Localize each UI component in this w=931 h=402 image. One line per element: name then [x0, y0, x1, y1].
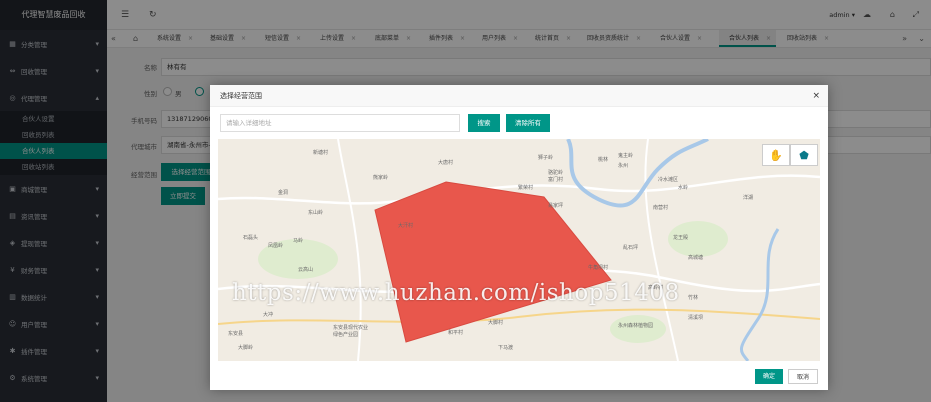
map-place-label: 金洞 — [278, 189, 288, 196]
close-icon[interactable]: × — [812, 85, 820, 107]
map-place-label: 洋湖 — [743, 194, 753, 201]
map-place-label: 鬼主岭 — [618, 152, 633, 159]
clear-all-button[interactable]: 清除所有 — [506, 114, 550, 132]
polygon-icon[interactable]: ⬟ — [790, 144, 818, 166]
map-place-label: 骆驼岭 — [548, 169, 563, 176]
map-place-label: 凤凰岭 — [268, 242, 283, 249]
map-place-label: 冷水滩区 — [658, 176, 678, 183]
modal-title: 选择经营范围 — [220, 92, 262, 100]
map-place-label: 清溪坝 — [688, 314, 703, 321]
map-place-label: 大脚村 — [488, 319, 503, 326]
cancel-button[interactable]: 取消 — [788, 369, 818, 384]
map-place-label: 高城塘 — [688, 254, 703, 261]
map-green-area — [610, 315, 666, 343]
map-place-label: 大唐村 — [438, 159, 453, 166]
map-place-label: 狮子岭 — [538, 154, 553, 161]
hand-icon[interactable]: ✋ — [762, 144, 790, 166]
map-place-label: 永州 — [618, 162, 628, 169]
map-place-label: 云高山 — [298, 266, 313, 273]
map-place-label: 东安县现代农业 — [333, 324, 368, 331]
map-place-label: 熊家岭 — [373, 174, 388, 181]
map-place-label: 东安县 — [228, 330, 243, 337]
map-place-label: 绿色产业园 — [333, 331, 358, 338]
confirm-button[interactable]: 确定 — [755, 369, 783, 384]
map-place-label: 大汗村 — [398, 222, 413, 229]
map-place-label: 桃林 — [598, 156, 608, 163]
map-place-label: 易家坪 — [548, 202, 563, 209]
map-place-label: 新塘村 — [313, 149, 328, 156]
modal-header: 选择经营范围 — [210, 85, 828, 107]
map-place-label: 石磊头 — [243, 234, 258, 241]
map-view[interactable]: 大唐村 鬼主岭富门村 狮子岭繁荣村 骆驼岭南营村 桃林永州云高山东安县大脚岭 大冲东安县现… — [218, 139, 820, 361]
map-place-label: 东山岭 — [308, 209, 323, 216]
map-place-label: 和平村 — [448, 329, 463, 336]
map-place-label: 大脚岭 — [238, 344, 253, 351]
map-place-label: 牛角坝村 — [588, 264, 608, 271]
address-input[interactable]: 请输入详细地址 — [220, 114, 460, 132]
map-place-label: 水岭 — [678, 184, 688, 191]
map-place-label: 大冲 — [263, 311, 273, 318]
map-place-label: 永州森林植物园 — [618, 322, 653, 329]
map-place-label: 竹林 — [688, 294, 698, 301]
map-place-label: 乱石坪 — [623, 244, 638, 251]
watermark: https://www.huzhan.com/ishop51408 — [232, 280, 680, 306]
map-place-label: 富门村 — [548, 176, 563, 183]
map-place-label: 马岭 — [293, 237, 303, 244]
map-place-label: 龙王殿 — [673, 234, 688, 241]
range-modal: 选择经营范围 × 请输入详细地址 搜索 清除所有 大唐村 鬼主岭富门村 狮子岭繁荣村… — [210, 85, 828, 390]
map-place-label: 南营村 — [653, 204, 668, 211]
map-place-label: 下马渡 — [498, 344, 513, 351]
search-button[interactable]: 搜索 — [468, 114, 500, 132]
map-place-label: 繁荣村 — [518, 184, 533, 191]
